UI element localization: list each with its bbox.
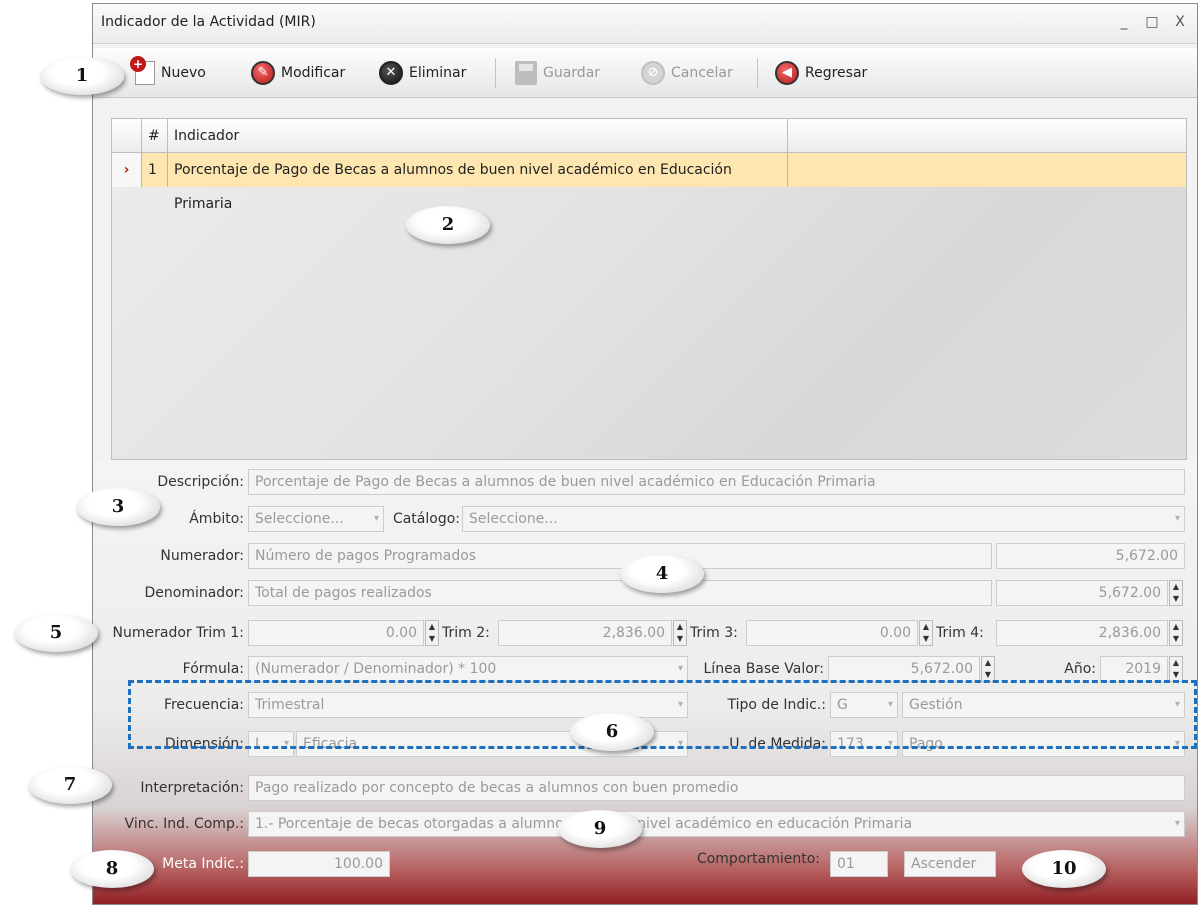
cancelar-button[interactable]: ⊘ Cancelar <box>641 58 733 88</box>
modificar-button[interactable]: ✎ Modificar <box>251 58 345 88</box>
ambito-select[interactable]: Seleccione... ▾ <box>248 506 384 532</box>
trim2-field[interactable]: 2,836.00 <box>498 620 672 646</box>
descripcion-field[interactable]: Porcentaje de Pago de Becas a alumnos de… <box>248 469 1185 495</box>
comportamiento-select[interactable]: Ascender <box>904 851 996 877</box>
linea-base-spinner[interactable]: ▲ ▼ <box>981 656 995 682</box>
trim2-spinner[interactable]: ▲ ▼ <box>673 620 687 646</box>
vinc-label: Vinc. Ind. Comp.: <box>124 816 244 832</box>
indicator-grid: # Indicador › 1 Porcentaje de Pago de Be… <box>111 118 1187 460</box>
ambito-label: Ámbito: <box>189 511 244 527</box>
edit-icon: ✎ <box>251 61 275 85</box>
chevron-down-icon: ▾ <box>677 663 683 674</box>
comportamiento-label: Comportamiento: <box>696 851 820 867</box>
denominador-field[interactable]: Total de pagos realizados <box>248 580 992 606</box>
header-blank <box>112 119 142 153</box>
numerador-amount[interactable]: 5,672.00 <box>996 543 1185 569</box>
trim1-spinner[interactable]: ▲ ▼ <box>425 620 439 646</box>
highlight-frame <box>128 680 1197 749</box>
toolbar-separator <box>757 58 758 88</box>
trim1-field[interactable]: 0.00 <box>248 620 424 646</box>
vinc-select[interactable]: 1.- Porcentaje de becas otorgadas a alum… <box>248 811 1185 837</box>
row-empty <box>788 153 1186 187</box>
new-document-icon: + <box>130 56 155 85</box>
callout-6: 6 <box>570 713 654 751</box>
callout-9: 9 <box>558 810 642 848</box>
comportamiento-code[interactable]: 01 <box>830 851 888 877</box>
eliminar-button[interactable]: ✕ Eliminar <box>379 58 466 88</box>
catalogo-select[interactable]: Seleccione... ▾ <box>462 506 1185 532</box>
linea-base-label: Línea Base Valor: <box>703 661 825 677</box>
interpretacion-field[interactable]: Pago realizado por concepto de becas a a… <box>248 775 1185 801</box>
denominador-amount[interactable]: 5,672.00 <box>996 580 1168 606</box>
window-title: Indicador de la Actividad (MIR) <box>101 14 316 30</box>
callout-8: 8 <box>70 850 154 888</box>
callout-5: 5 <box>14 614 98 652</box>
row-indicador: Porcentaje de Pago de Becas a alumnos de… <box>168 153 788 212</box>
trim2-label: Trim 2: <box>442 625 490 641</box>
denominador-label: Denominador: <box>144 585 245 601</box>
cancel-icon: ⊘ <box>641 61 665 85</box>
delete-icon: ✕ <box>379 61 403 85</box>
trim3-spinner[interactable]: ▲ ▼ <box>919 620 933 646</box>
trim3-field[interactable]: 0.00 <box>746 620 918 646</box>
header-num[interactable]: # <box>142 119 168 153</box>
denominador-spinner[interactable]: ▲ ▼ <box>1169 580 1183 606</box>
app-window: Indicador de la Actividad (MIR) _ □ X + … <box>92 3 1198 905</box>
trim4-spinner[interactable]: ▲ ▼ <box>1169 620 1183 646</box>
meta-field[interactable]: 100.00 <box>248 851 390 877</box>
trim4-field[interactable]: 2,836.00 <box>996 620 1168 646</box>
maximize-button[interactable]: □ <box>1145 14 1159 30</box>
regresar-button[interactable]: ◀ Regresar <box>775 58 867 88</box>
callout-4: 4 <box>620 555 704 593</box>
back-icon: ◀ <box>775 61 799 85</box>
numerador-field[interactable]: Número de pagos Programados <box>248 543 992 569</box>
anio-spinner[interactable]: ▲ ▼ <box>1169 656 1183 682</box>
chevron-down-icon: ▾ <box>373 513 379 524</box>
formula-label: Fórmula: <box>182 661 244 677</box>
formula-select[interactable]: (Numerador / Denominador) * 100 ▾ <box>248 656 688 682</box>
callout-10: 10 <box>1022 850 1106 888</box>
header-indicador[interactable]: Indicador <box>168 119 788 153</box>
meta-label: Meta Indic.: <box>162 856 244 872</box>
save-icon <box>515 61 537 85</box>
trim1-label: Numerador Trim 1: <box>112 625 244 641</box>
title-bar: Indicador de la Actividad (MIR) _ □ X <box>93 4 1197 44</box>
callout-1: 1 <box>40 57 124 95</box>
catalogo-label: Catálogo: <box>392 511 460 527</box>
table-row[interactable]: › 1 Porcentaje de Pago de Becas a alumno… <box>112 153 1186 212</box>
row-indicator-icon: › <box>112 153 142 187</box>
chevron-down-icon: ▾ <box>1174 513 1180 524</box>
trim3-label: Trim 3: <box>690 625 738 641</box>
anio-label: Año: <box>1064 661 1096 677</box>
callout-7: 7 <box>28 766 112 804</box>
linea-base-field[interactable]: 5,672.00 <box>828 656 980 682</box>
numerador-label: Numerador: <box>160 548 244 564</box>
minimize-button[interactable]: _ <box>1117 14 1131 30</box>
anio-field[interactable]: 2019 <box>1100 656 1168 682</box>
callout-3: 3 <box>76 488 160 526</box>
chevron-down-icon: ▾ <box>1174 818 1180 829</box>
close-button[interactable]: X <box>1173 14 1187 30</box>
callout-2: 2 <box>406 206 490 244</box>
toolbar: + Nuevo ✎ Modificar ✕ Eliminar Guardar ⊘… <box>93 48 1197 98</box>
row-num: 1 <box>142 153 168 187</box>
trim4-label: Trim 4: <box>936 625 984 641</box>
interpretacion-label: Interpretación: <box>140 780 244 796</box>
guardar-button[interactable]: Guardar <box>515 58 600 88</box>
nuevo-button[interactable]: + Nuevo <box>130 56 206 88</box>
grid-header: # Indicador <box>112 119 1186 153</box>
toolbar-separator <box>495 58 496 88</box>
